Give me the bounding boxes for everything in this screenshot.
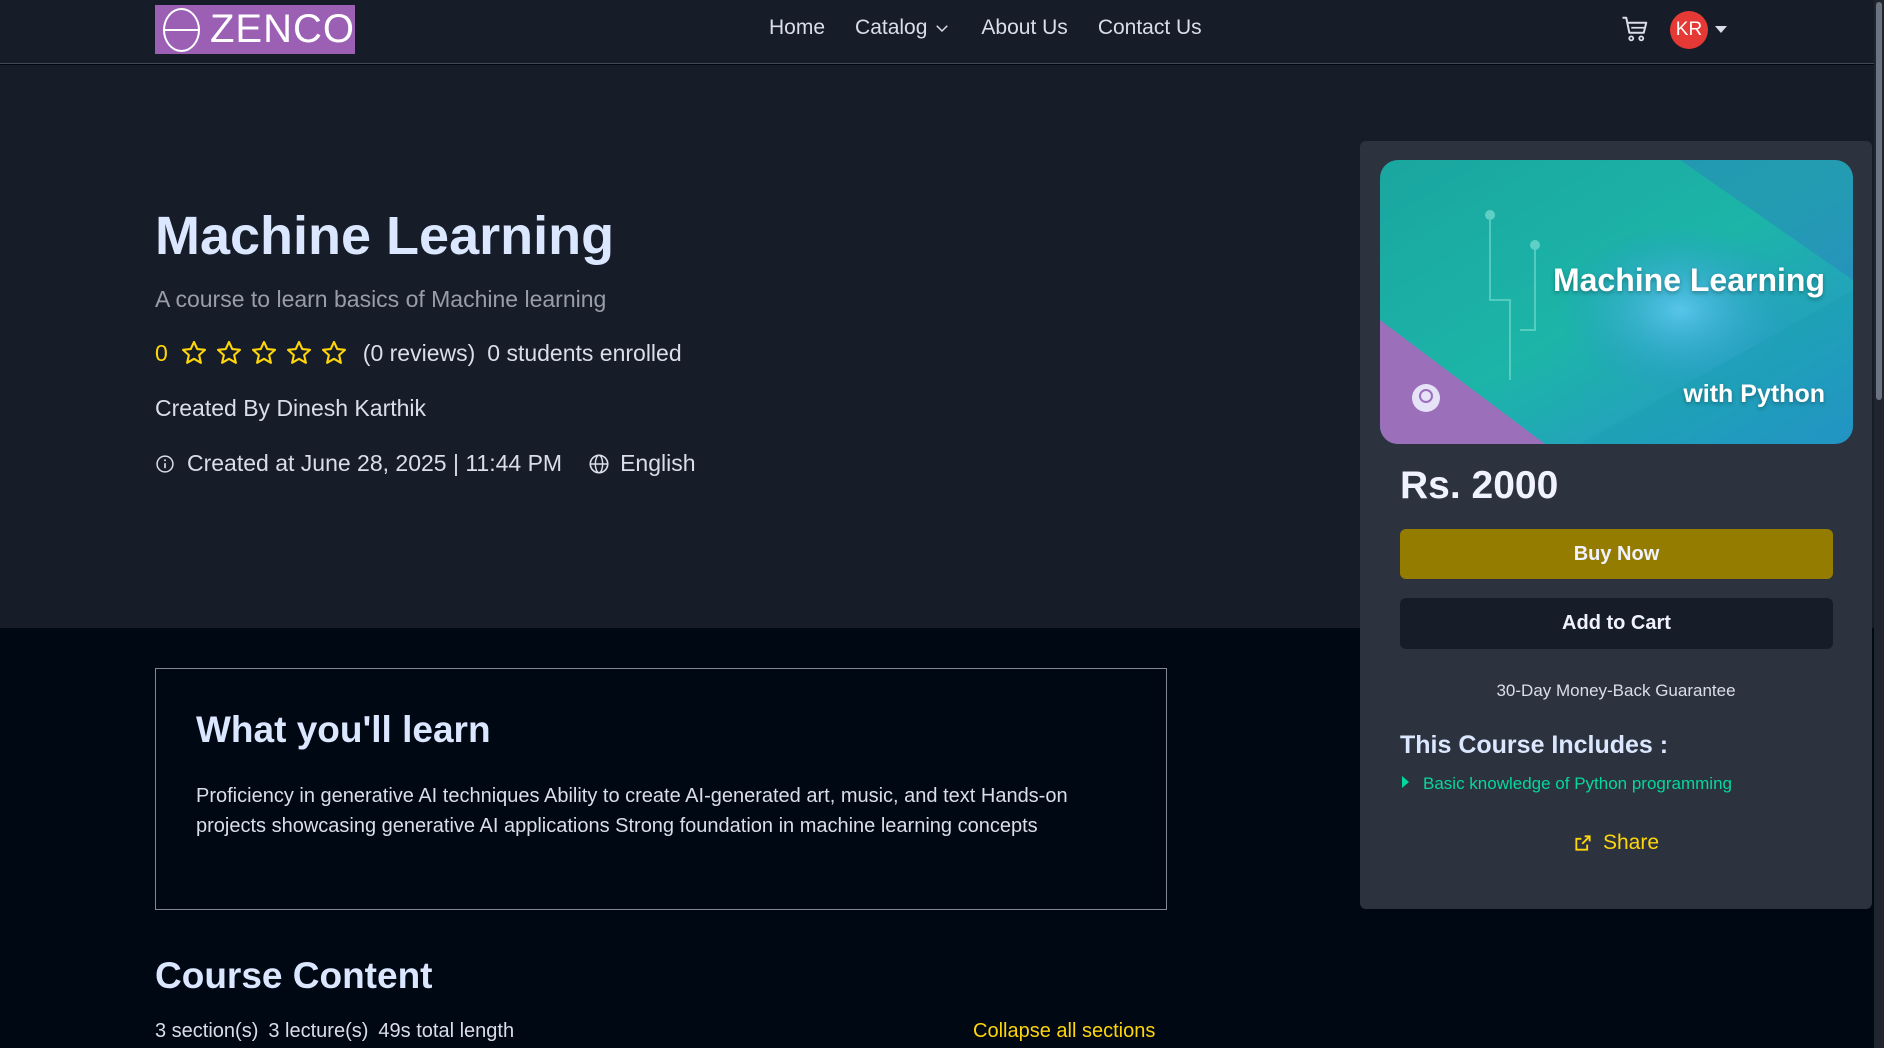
learn-box: What you'll learn Proficiency in generat… [155, 668, 1167, 910]
course-description: A course to learn basics of Machine lear… [155, 286, 607, 312]
enrolled-count: 0 students enrolled [487, 339, 682, 366]
purchase-card: Machine Learning with Python Rs. 2000 Bu… [1360, 141, 1872, 909]
nav-links: Home Catalog About Us Contact Us [769, 16, 1232, 40]
star-icon [251, 340, 276, 364]
scrollbar-thumb[interactable] [1876, 2, 1882, 400]
lectures-count: 3 lecture(s) [268, 1020, 369, 1042]
logo-mark-icon [163, 7, 200, 52]
learn-title: What you'll learn [196, 709, 491, 750]
reviews-count: (0 reviews) [362, 339, 476, 366]
created-at: Created at June 28, 2025 | 11:44 PM [187, 450, 563, 476]
scrollbar[interactable] [1874, 0, 1884, 1048]
nav-link-about[interactable]: About Us [981, 16, 1067, 40]
caret-right-icon [1402, 776, 1409, 788]
rating-row: 0 (0 reviews) 0 students enrolled [155, 339, 682, 367]
avatar[interactable]: KR [1670, 11, 1708, 49]
meta-row: Created at June 28, 2025 | 11:44 PM Engl… [155, 450, 696, 477]
course-thumbnail: Machine Learning with Python [1380, 160, 1853, 444]
created-by: Created By Dinesh Karthik [155, 395, 427, 421]
logo[interactable]: ZENCO [155, 5, 355, 54]
course-content-title: Course Content [155, 955, 433, 996]
buy-now-button[interactable]: Buy Now [1400, 529, 1833, 579]
course-language: English [620, 450, 696, 476]
star-icon [181, 340, 206, 364]
cart-icon[interactable] [1620, 14, 1650, 44]
add-to-cart-button[interactable]: Add to Cart [1400, 598, 1833, 649]
nav-link-home[interactable]: Home [769, 16, 825, 40]
star-icon [216, 340, 241, 364]
include-item: Basic knowledge of Python programming [1402, 774, 1732, 794]
learn-text: Proficiency in generative AI techniques … [196, 785, 1068, 837]
globe-icon [589, 453, 609, 474]
collapse-all-button[interactable]: Collapse all sections [973, 1020, 1155, 1043]
nav-link-catalog-label: Catalog [855, 16, 928, 39]
course-content-meta: 3 section(s) 3 lecture(s) 49s total leng… [155, 1020, 514, 1043]
total-length: 49s total length [378, 1020, 515, 1042]
logo-text: ZENCO [210, 7, 355, 51]
include-item-label: Basic knowledge of Python programming [1423, 774, 1732, 793]
sections-count: 3 section(s) [155, 1020, 259, 1042]
includes-title: This Course Includes : [1400, 731, 1669, 759]
chevron-down-icon [936, 25, 949, 33]
navbar: ZENCO Home Catalog About Us Contact Us K… [0, 0, 1884, 64]
money-back-guarantee: 30-Day Money-Back Guarantee [1496, 681, 1736, 700]
thumbnail-line2: with Python [1683, 380, 1825, 408]
rating-value: 0 [155, 339, 168, 366]
nav-link-contact[interactable]: Contact Us [1098, 16, 1202, 40]
share-icon [1575, 835, 1591, 851]
star-icon [286, 340, 311, 364]
course-title: Machine Learning [155, 206, 615, 266]
info-icon [156, 454, 174, 473]
thumbnail-line1: Machine Learning [1552, 262, 1825, 298]
caret-down-icon[interactable] [1715, 26, 1727, 33]
share-label: Share [1602, 831, 1660, 854]
nav-link-catalog[interactable]: Catalog [855, 16, 951, 40]
course-price: Rs. 2000 [1400, 464, 1559, 507]
share-button[interactable]: Share [1360, 831, 1872, 855]
star-icon [321, 340, 346, 364]
